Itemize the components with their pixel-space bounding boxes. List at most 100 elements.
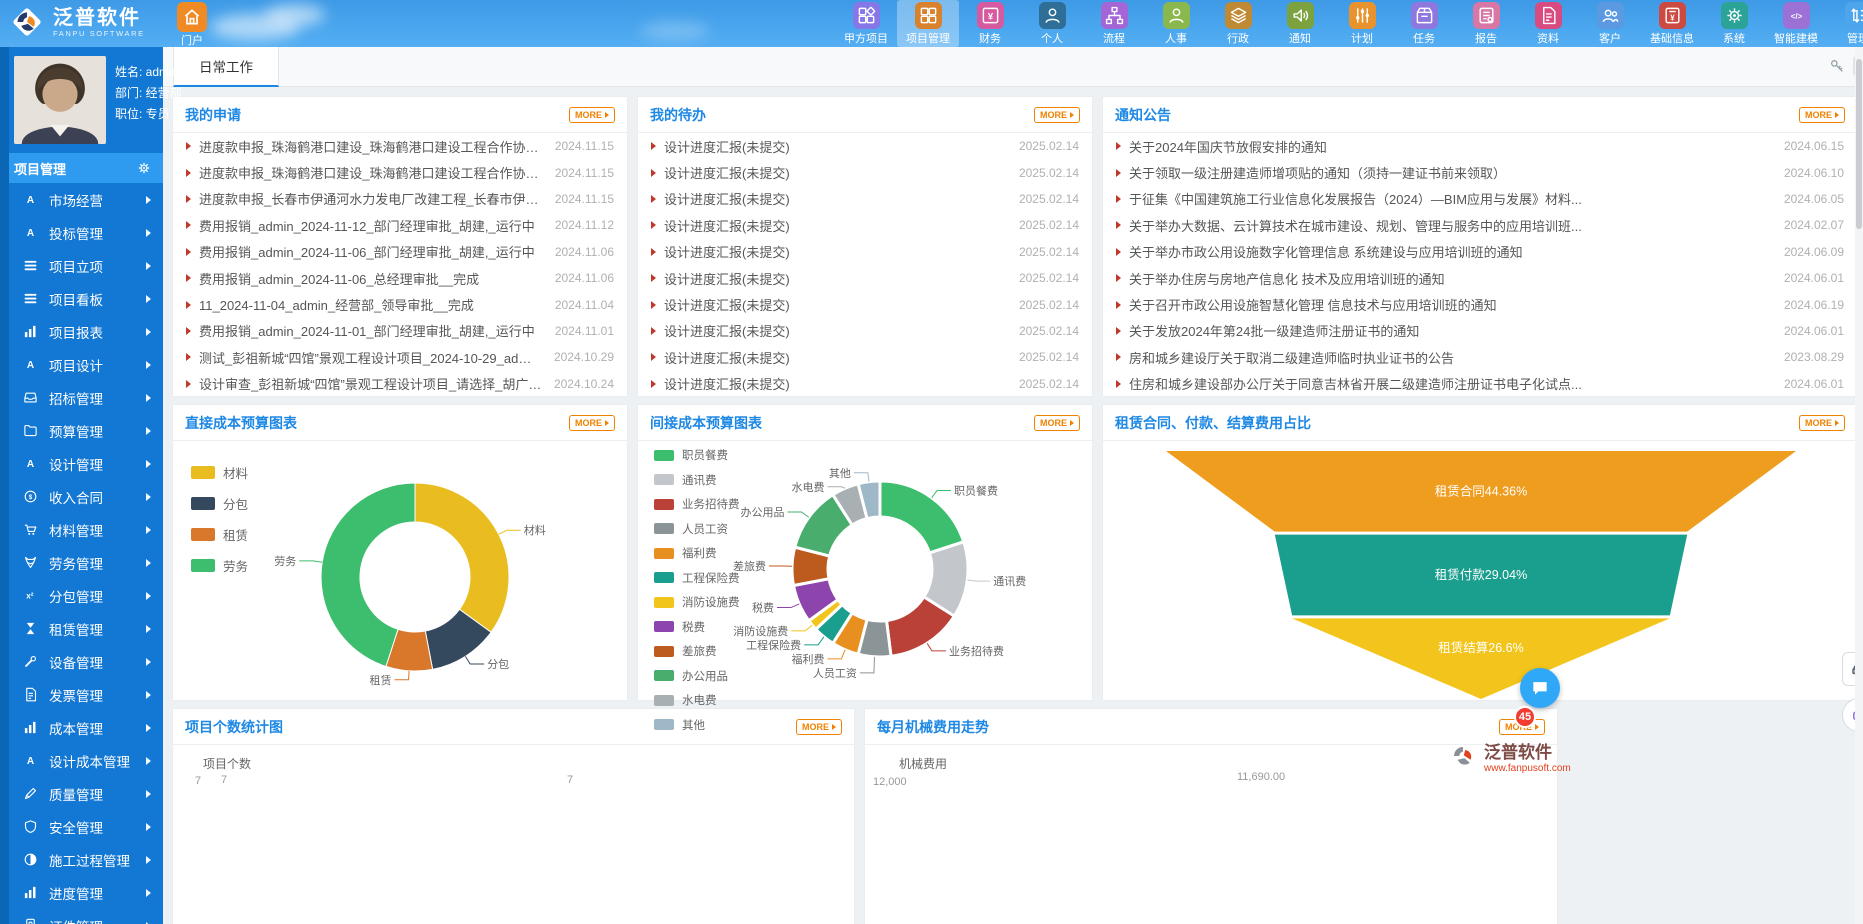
list-item[interactable]: 测试_彭祖新城“四馆”景观工程设计项目_2024-10-29_admin_结束_…	[173, 344, 627, 370]
legend-item[interactable]: 通讯费	[654, 472, 740, 488]
list-item[interactable]: 设计进度汇报(未提交)2025.02.14	[638, 344, 1092, 370]
nav-item-administration[interactable]: 行政	[1207, 0, 1269, 47]
nav-item-customer[interactable]: 客户	[1579, 0, 1641, 47]
list-item[interactable]: 于征集《中国建筑施工行业信息化发展报告（2024）—BIM应用与发展》材料...…	[1103, 186, 1857, 212]
list-item[interactable]: 费用报销_admin_2024-11-06_部门经理审批_胡建,_运行中2024…	[173, 239, 627, 265]
watermark[interactable]: 泛普软件 www.fanpusoft.com	[1448, 738, 1571, 774]
list-item[interactable]: 设计进度汇报(未提交)2025.02.14	[638, 265, 1092, 291]
sidebar-item-equipment-management[interactable]: 设备管理	[0, 645, 163, 678]
key-icon[interactable]	[1829, 58, 1845, 74]
legend-item[interactable]: 职员餐费	[654, 447, 740, 463]
nav-item-project-management[interactable]: 项目管理	[897, 0, 959, 47]
nav-item-client-projects[interactable]: 甲方项目	[835, 0, 897, 47]
list-item[interactable]: 进度款申报_长春市伊通河水力发电厂改建工程_长春市伊通河水力发电...2024.…	[173, 186, 627, 212]
list-item[interactable]: 关于举办大数据、云计算技术在城市建设、规划、管理与服务中的应用培训班...202…	[1103, 212, 1857, 238]
legend-item[interactable]: 租赁	[191, 525, 248, 544]
legend-item[interactable]: 福利费	[654, 545, 740, 561]
sidebar-item-quality-management[interactable]: 质量管理	[0, 777, 163, 810]
list-item[interactable]: 设计进度汇报(未提交)2025.02.14	[638, 371, 1092, 397]
sidebar-item-project-board[interactable]: 项目看板	[0, 282, 163, 315]
more-button[interactable]: MORE	[1034, 415, 1080, 431]
nav-item-management[interactable]: 管理	[1827, 0, 1863, 47]
tab-daily-work[interactable]: 日常工作	[173, 47, 279, 87]
sidebar-item-subcontract-management[interactable]: x²分包管理	[0, 579, 163, 612]
sidebar-item-labor-management[interactable]: 劳务管理	[0, 546, 163, 579]
nav-item-portal[interactable]: 门户	[168, 2, 216, 47]
legend-item[interactable]: 材料	[191, 463, 248, 482]
sidebar-item-project-report[interactable]: 项目报表	[0, 315, 163, 348]
list-item[interactable]: 住房和城乡建设部办公厅关于同意吉林省开展二级建造师注册证书电子化试点...202…	[1103, 371, 1857, 397]
nav-item-document[interactable]: 资料	[1517, 0, 1579, 47]
sidebar-item-cost-management[interactable]: 成本管理	[0, 711, 163, 744]
legend-item[interactable]: 人员工资	[654, 521, 740, 537]
sidebar-item-invoice-management[interactable]: 发票管理	[0, 678, 163, 711]
nav-item-notice[interactable]: 通知	[1269, 0, 1331, 47]
list-item[interactable]: 设计审查_彭祖新城“四馆”景观工程设计项目_请选择_胡广生_2024-10-2.…	[173, 371, 627, 397]
nav-item-system[interactable]: 系统	[1703, 0, 1765, 47]
list-item[interactable]: 关于举办住房与房地产信息化 技术及应用培训班的通知2024.06.01	[1103, 265, 1857, 291]
nav-item-plan[interactable]: 计划	[1331, 0, 1393, 47]
list-item[interactable]: 关于召开市政公用设施智慧化管理 信息技术与应用培训班的通知2024.06.19	[1103, 291, 1857, 317]
legend-item[interactable]: 税费	[654, 619, 740, 635]
nav-item-task[interactable]: 任务	[1393, 0, 1455, 47]
list-item[interactable]: 费用报销_admin_2024-11-12_部门经理审批_胡建,_运行中2024…	[173, 212, 627, 238]
chat-fab-button[interactable]	[1520, 668, 1560, 708]
more-button[interactable]: MORE	[1799, 415, 1845, 431]
nav-item-smart-modeling[interactable]: </>智能建模	[1765, 0, 1827, 47]
list-item[interactable]: 费用报销_admin_2024-11-01_部门经理审批_胡建,_运行中2024…	[173, 318, 627, 344]
nav-item-finance[interactable]: ¥财务	[959, 0, 1021, 47]
more-button[interactable]: MORE	[796, 719, 842, 735]
legend-item[interactable]: 劳务	[191, 556, 248, 575]
sidebar-item-construction-process[interactable]: 施工过程管理	[0, 843, 163, 876]
legend-item[interactable]: 分包	[191, 494, 248, 513]
legend-item[interactable]: 水电费	[654, 692, 740, 708]
sidebar-section-project-management[interactable]: 项目管理	[0, 153, 163, 183]
sidebar-item-budget-management[interactable]: 预算管理	[0, 414, 163, 447]
list-item[interactable]: 进度款申报_珠海鹤港口建设_珠海鹤港口建设工程合作协议书_admin_...20…	[173, 133, 627, 159]
sidebar-item-project-initiation[interactable]: 项目立项	[0, 249, 163, 282]
more-button[interactable]: MORE	[569, 107, 615, 123]
legend-item[interactable]: 业务招待费	[654, 496, 740, 512]
list-item[interactable]: 关于举办市政公用设施数字化管理信息 系统建设与应用培训班的通知2024.06.0…	[1103, 239, 1857, 265]
list-item[interactable]: 设计进度汇报(未提交)2025.02.14	[638, 212, 1092, 238]
sidebar-item-safety-management[interactable]: 安全管理	[0, 810, 163, 843]
sidebar-item-income-contract[interactable]: $收入合同	[0, 480, 163, 513]
sidebar-item-lease-management[interactable]: 租赁管理	[0, 612, 163, 645]
nav-item-workflow[interactable]: 流程	[1083, 0, 1145, 47]
list-item[interactable]: 费用报销_admin_2024-11-06_总经理审批__完成2024.11.0…	[173, 265, 627, 291]
list-item[interactable]: 11_2024-11-04_admin_经营部_领导审批__完成2024.11.…	[173, 291, 627, 317]
list-item[interactable]: 设计进度汇报(未提交)2025.02.14	[638, 186, 1092, 212]
nav-item-report[interactable]: 报告	[1455, 0, 1517, 47]
sidebar-item-certificate-management[interactable]: 证件管理	[0, 909, 163, 924]
list-item[interactable]: 设计进度汇报(未提交)2025.02.14	[638, 239, 1092, 265]
list-item[interactable]: 设计进度汇报(未提交)2025.02.14	[638, 291, 1092, 317]
list-item[interactable]: 关于2024年国庆节放假安排的通知2024.06.15	[1103, 133, 1857, 159]
nav-item-hr[interactable]: 人事	[1145, 0, 1207, 47]
pie-slice-0[interactable]	[880, 481, 964, 553]
legend-item[interactable]: 办公用品	[654, 668, 740, 684]
list-item[interactable]: 设计进度汇报(未提交)2025.02.14	[638, 159, 1092, 185]
sidebar-item-bid-management[interactable]: A投标管理	[0, 216, 163, 249]
sidebar-item-project-design[interactable]: A项目设计	[0, 348, 163, 381]
scrollbar-thumb[interactable]	[1856, 59, 1862, 229]
more-button[interactable]: MORE	[1799, 107, 1845, 123]
nav-item-base-info[interactable]: ¥基础信息	[1641, 0, 1703, 47]
list-item[interactable]: 设计进度汇报(未提交)2025.02.14	[638, 318, 1092, 344]
sidebar-item-progress-management[interactable]: 进度管理	[0, 876, 163, 909]
legend-item[interactable]: 差旅费	[654, 643, 740, 659]
sidebar-item-tender-management[interactable]: 招标管理	[0, 381, 163, 414]
legend-item[interactable]: 工程保险费	[654, 570, 740, 586]
sidebar-item-material-management[interactable]: 材料管理	[0, 513, 163, 546]
sidebar-item-market-operation[interactable]: A市场经营	[0, 183, 163, 216]
list-item[interactable]: 房和城乡建设厅关于取消二级建造师临时执业证书的公告2023.08.29	[1103, 344, 1857, 370]
nav-item-personal[interactable]: 个人	[1021, 0, 1083, 47]
list-item[interactable]: 设计进度汇报(未提交)2025.02.14	[638, 133, 1092, 159]
list-item[interactable]: 关于发放2024年第24批一级建造师注册证书的通知2024.06.01	[1103, 318, 1857, 344]
more-button[interactable]: MORE	[1034, 107, 1080, 123]
gear-icon[interactable]	[137, 161, 151, 175]
sidebar-item-design-management[interactable]: A设计管理	[0, 447, 163, 480]
funnel-stage-2[interactable]	[1292, 618, 1670, 699]
pie-slice-0[interactable]	[415, 483, 509, 632]
legend-item[interactable]: 消防设施费	[654, 594, 740, 610]
sidebar-item-design-cost-management[interactable]: A设计成本管理	[0, 744, 163, 777]
